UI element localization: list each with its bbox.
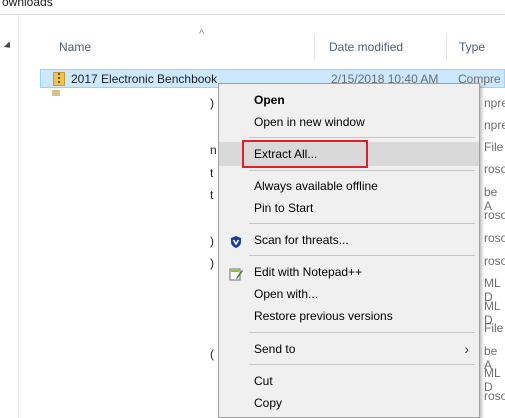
navigation-pane [0, 15, 19, 418]
menu-item-edit-with-notepad[interactable]: Edit with Notepad++ [219, 260, 479, 284]
menu-divider [249, 255, 475, 256]
file-icon-partial [52, 90, 60, 96]
menu-divider [249, 364, 475, 365]
partial-text: t [210, 188, 214, 202]
partial-type: npre [484, 118, 505, 132]
partial-type: roso [484, 162, 505, 176]
address-bar[interactable]: ownloads [0, 0, 505, 15]
partial-text: ) [210, 256, 214, 270]
context-menu: Open Open in new window Extract All... A… [218, 83, 480, 418]
partial-text: t [210, 166, 214, 180]
menu-divider [249, 223, 475, 224]
column-header-date-modified[interactable]: Date modified [329, 30, 403, 64]
menu-item-always-available-offline[interactable]: Always available offline [219, 174, 479, 198]
menu-item-open-new-window[interactable]: Open in new window [219, 110, 479, 134]
partial-text: ( [210, 347, 214, 361]
partial-text: ) [210, 96, 214, 110]
menu-divider [249, 137, 475, 138]
column-header-name[interactable]: Name [59, 30, 91, 64]
menu-item-pin-to-start[interactable]: Pin to Start [219, 196, 479, 220]
menu-item-scan-for-threats[interactable]: Scan for threats... [219, 228, 479, 252]
menu-item-cut[interactable]: Cut [219, 369, 479, 393]
column-separator[interactable] [314, 34, 315, 60]
partial-type: roso [484, 231, 505, 245]
menu-item-open-with[interactable]: Open with... [219, 282, 479, 306]
chevron-right-icon: › [464, 341, 469, 357]
shield-icon [229, 233, 243, 248]
zip-folder-icon [53, 72, 65, 86]
partial-type: npre [484, 96, 505, 110]
menu-item-restore-previous-versions[interactable]: Restore previous versions [219, 304, 479, 328]
partial-type: roso [484, 389, 505, 403]
column-header-type[interactable]: Type [459, 30, 485, 64]
notepad-plus-plus-icon [229, 265, 243, 281]
partial-type: roso [484, 208, 505, 222]
column-header-row: ^ Name Date modified Type [19, 28, 505, 64]
partial-type: File [484, 321, 504, 335]
expand-caret-icon[interactable] [3, 41, 14, 51]
menu-divider [249, 170, 475, 171]
partial-type: roso [484, 254, 505, 268]
sort-ascending-icon: ^ [199, 28, 205, 40]
partial-text: ) [210, 234, 214, 248]
menu-divider [249, 332, 475, 333]
partial-text: n [210, 143, 217, 157]
file-name: 2017 Electronic Benchbook [71, 72, 218, 86]
highlight-annotation-box [242, 140, 368, 168]
partial-type: File [484, 140, 504, 154]
address-text: ownloads [2, 0, 53, 9]
menu-item-send-to[interactable]: Send to › [219, 337, 479, 361]
menu-item-copy[interactable]: Copy [219, 391, 479, 415]
column-separator[interactable] [446, 34, 447, 60]
menu-item-open[interactable]: Open [219, 88, 479, 112]
